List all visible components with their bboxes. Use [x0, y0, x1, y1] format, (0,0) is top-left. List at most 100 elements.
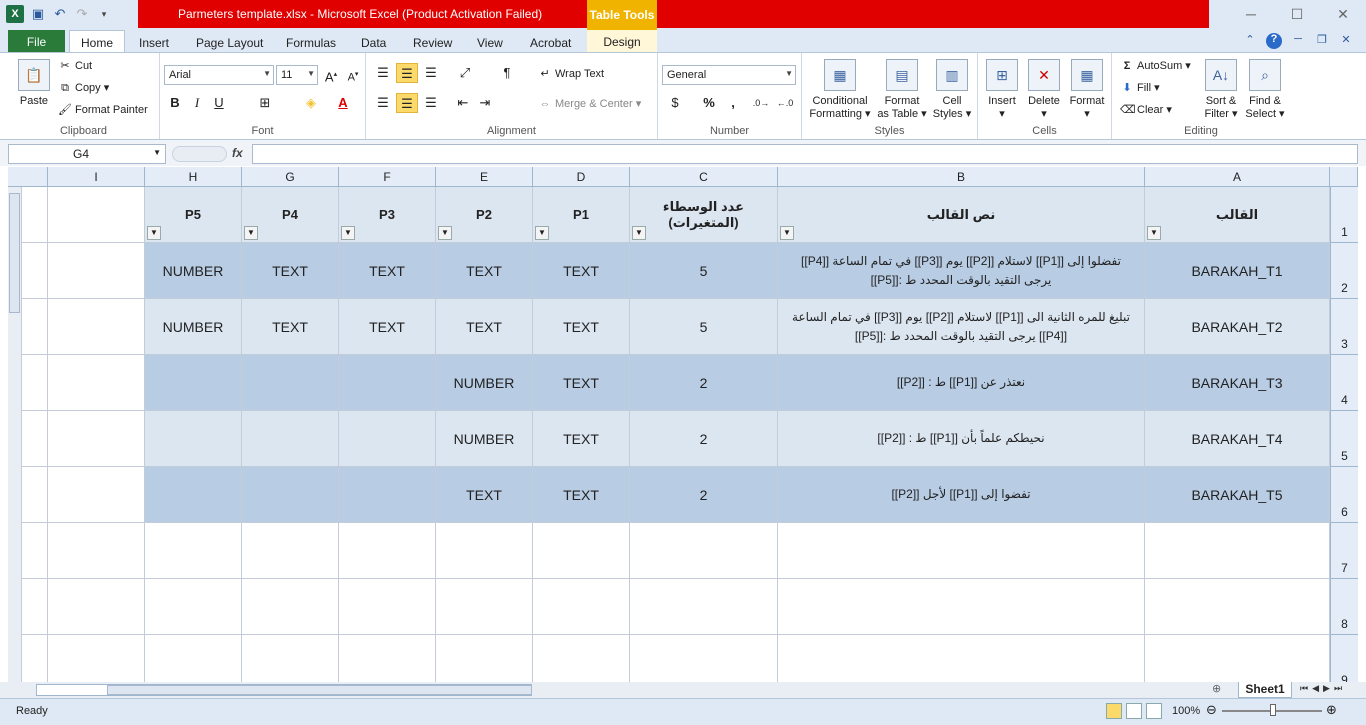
cell[interactable]: [145, 635, 242, 682]
table-cell[interactable]: TEXT: [436, 243, 533, 299]
cell[interactable]: [1145, 523, 1330, 579]
table-cell[interactable]: [242, 355, 339, 411]
insert-function-icon[interactable]: fx: [232, 146, 243, 160]
align-middle-icon[interactable]: ☰: [396, 63, 418, 83]
filter-dropdown-icon[interactable]: ▼: [244, 226, 258, 240]
cell[interactable]: [1145, 635, 1330, 682]
header-cell-E[interactable]: P2 ▼: [436, 187, 533, 243]
cell[interactable]: [339, 635, 436, 682]
column-header-F[interactable]: F: [339, 167, 436, 187]
font-color-icon[interactable]: A: [332, 93, 354, 113]
percent-button[interactable]: %: [698, 93, 720, 113]
cell[interactable]: [778, 635, 1145, 682]
delete-cells-button[interactable]: ✕ Delete ▾: [1024, 59, 1064, 121]
cell[interactable]: [630, 579, 778, 635]
paste-button[interactable]: 📋 Paste: [14, 59, 54, 108]
insert-sheet-icon[interactable]: ⊕: [1212, 682, 1221, 695]
table-cell[interactable]: [145, 411, 242, 467]
table-cell[interactable]: NUMBER: [145, 243, 242, 299]
cell-styles-button[interactable]: ▥ Cell Styles ▾: [930, 59, 974, 121]
font-size-combo[interactable]: 11 ▼: [276, 65, 318, 85]
tab-view[interactable]: View: [477, 33, 503, 53]
cell[interactable]: [630, 523, 778, 579]
template-name-cell[interactable]: BARAKAH_T1: [1145, 243, 1330, 299]
format-painter-button[interactable]: 🖌 Format Painter: [58, 103, 148, 117]
table-cell[interactable]: TEXT: [533, 243, 630, 299]
cell[interactable]: [48, 579, 145, 635]
table-cell[interactable]: 5: [630, 299, 778, 355]
template-text-cell[interactable]: نحيطكم علماً بأن [[P1]] ط : [[P2]]: [778, 411, 1145, 467]
align-bottom-icon[interactable]: ☰: [420, 63, 442, 83]
table-cell[interactable]: TEXT: [533, 355, 630, 411]
maximize-button[interactable]: ☐: [1274, 0, 1320, 28]
row-header-9[interactable]: 9: [1330, 635, 1358, 682]
orientation-icon[interactable]: ⤢: [454, 63, 476, 83]
template-text-cell[interactable]: تفضوا إلى [[P1]] لأجل [[P2]]: [778, 467, 1145, 523]
cell[interactable]: [436, 523, 533, 579]
increase-decimal-icon[interactable]: .0→: [750, 93, 772, 113]
cell[interactable]: [778, 579, 1145, 635]
column-header-H[interactable]: H: [145, 167, 242, 187]
cell[interactable]: [48, 523, 145, 579]
name-box[interactable]: G4 ▼: [8, 144, 166, 164]
table-cell[interactable]: TEXT: [436, 467, 533, 523]
cell[interactable]: [22, 523, 48, 579]
table-cell[interactable]: 2: [630, 411, 778, 467]
template-name-cell[interactable]: BARAKAH_T2: [1145, 299, 1330, 355]
grow-font-icon[interactable]: A▴: [320, 65, 342, 85]
table-cell[interactable]: [339, 467, 436, 523]
clear-button[interactable]: ⌫Clear ▾: [1120, 103, 1172, 117]
column-header-I[interactable]: I: [48, 167, 145, 187]
table-cell[interactable]: 5: [630, 243, 778, 299]
cell[interactable]: [22, 355, 48, 411]
decrease-indent-icon[interactable]: ⇤: [452, 93, 474, 113]
underline-button[interactable]: U: [208, 93, 230, 113]
cell[interactable]: [1145, 579, 1330, 635]
column-header-B[interactable]: B: [778, 167, 1145, 187]
borders-icon[interactable]: ⊞: [254, 93, 276, 113]
filter-dropdown-icon[interactable]: ▼: [780, 226, 794, 240]
row-header-7[interactable]: 7: [1330, 523, 1358, 579]
row-header-2[interactable]: 2: [1330, 243, 1358, 299]
cell-I2[interactable]: [48, 243, 145, 299]
wrap-text-button[interactable]: ↵ Wrap Text: [538, 67, 604, 81]
conditional-formatting-button[interactable]: ▦ Conditional Formatting ▾: [806, 59, 874, 121]
filter-dropdown-icon[interactable]: ▼: [1147, 226, 1161, 240]
table-cell[interactable]: [339, 411, 436, 467]
page-break-view-icon[interactable]: [1146, 703, 1162, 719]
comma-button[interactable]: ,: [722, 93, 744, 113]
formula-input[interactable]: [252, 144, 1358, 164]
filter-dropdown-icon[interactable]: ▼: [147, 226, 161, 240]
cell[interactable]: [778, 523, 1145, 579]
cell[interactable]: [22, 411, 48, 467]
table-cell[interactable]: NUMBER: [436, 411, 533, 467]
paragraph-icon[interactable]: ¶: [496, 63, 518, 83]
sheet-nav-arrows-icon[interactable]: ⏮◀▶⏭: [1300, 683, 1346, 694]
template-name-cell[interactable]: BARAKAH_T4: [1145, 411, 1330, 467]
cell-I6[interactable]: [48, 467, 145, 523]
shrink-font-icon[interactable]: A▾: [342, 65, 364, 85]
tab-acrobat[interactable]: Acrobat: [530, 33, 571, 53]
close-button[interactable]: ✕: [1320, 0, 1366, 28]
column-header-C[interactable]: C: [630, 167, 778, 187]
cell[interactable]: [145, 523, 242, 579]
cell-I5[interactable]: [48, 411, 145, 467]
zoom-in-icon[interactable]: ⊕: [1326, 702, 1337, 718]
cell[interactable]: [22, 187, 48, 243]
zoom-out-icon[interactable]: ⊖: [1206, 702, 1217, 718]
filter-dropdown-icon[interactable]: ▼: [341, 226, 355, 240]
cell[interactable]: [145, 579, 242, 635]
column-header-G[interactable]: G: [242, 167, 339, 187]
cell[interactable]: [22, 635, 48, 682]
cell[interactable]: [630, 635, 778, 682]
tab-formulas[interactable]: Formulas: [286, 33, 336, 53]
help-icon[interactable]: ?: [1266, 33, 1282, 49]
horizontal-scrollbar[interactable]: [36, 684, 532, 696]
format-as-table-button[interactable]: ▤ Format as Table ▾: [876, 59, 928, 121]
table-cell[interactable]: 2: [630, 355, 778, 411]
select-all-corner[interactable]: [1330, 167, 1358, 187]
align-center-icon[interactable]: ☰: [396, 93, 418, 113]
doc-restore-icon[interactable]: ❐: [1314, 33, 1330, 49]
row-header-3[interactable]: 3: [1330, 299, 1358, 355]
fill-button[interactable]: ⬇ Fill ▾: [1120, 81, 1159, 95]
